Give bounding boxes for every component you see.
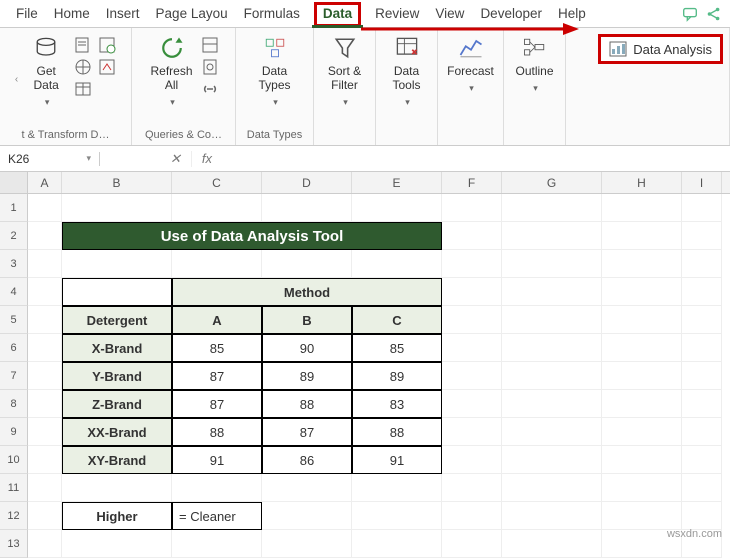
table-row[interactable]: XX-Brand	[62, 418, 172, 446]
tab-data[interactable]: Data	[308, 2, 367, 25]
edit-links-icon[interactable]	[201, 80, 219, 98]
ribbon: ‹ Get Data t & Transform D… Refresh All	[0, 28, 730, 146]
col-header[interactable]: F	[442, 172, 502, 193]
row-header[interactable]: 6	[0, 334, 28, 362]
row-header[interactable]: 1	[0, 194, 28, 222]
row-header[interactable]: 12	[0, 502, 28, 530]
worksheet-grid[interactable]: A B C D E F G H I 1 2 Use of Data Analys…	[0, 172, 730, 558]
refresh-all-button[interactable]: Refresh All	[148, 32, 194, 110]
col-header[interactable]: A	[28, 172, 62, 193]
row-header[interactable]: 9	[0, 418, 28, 446]
row-header[interactable]: 5	[0, 306, 28, 334]
from-table-icon[interactable]	[74, 80, 92, 98]
connections-icon[interactable]	[98, 58, 116, 76]
col-header[interactable]: H	[602, 172, 682, 193]
tab-view[interactable]: View	[427, 2, 472, 25]
tab-developer[interactable]: Developer	[472, 2, 550, 25]
group-label-queries: Queries & Co…	[138, 127, 229, 143]
tab-file[interactable]: File	[8, 2, 46, 25]
group-label-datatypes: Data Types	[242, 127, 307, 143]
col-header[interactable]: D	[262, 172, 352, 193]
table-row[interactable]: XY-Brand	[62, 446, 172, 474]
from-text-icon[interactable]	[74, 36, 92, 54]
queries-icon[interactable]	[201, 36, 219, 54]
formula-bar: K26▾ ✕ fx	[0, 146, 730, 172]
tab-review[interactable]: Review	[367, 2, 427, 25]
row-header[interactable]: 4	[0, 278, 28, 306]
legend-higher[interactable]: Higher	[62, 502, 172, 530]
legend-cleaner[interactable]: = Cleaner	[172, 502, 262, 530]
row-header[interactable]: 2	[0, 222, 28, 250]
tab-home[interactable]: Home	[46, 2, 98, 25]
tab-insert[interactable]: Insert	[98, 2, 148, 25]
group-label-transform: t & Transform D…	[6, 127, 125, 143]
col-header[interactable]: B	[62, 172, 172, 193]
comments-icon[interactable]	[680, 4, 700, 24]
fx-icon[interactable]: fx	[192, 151, 222, 166]
row-header[interactable]: 7	[0, 362, 28, 390]
table-row[interactable]: Z-Brand	[62, 390, 172, 418]
sheet-title[interactable]: Use of Data Analysis Tool	[62, 222, 442, 250]
col-header[interactable]: G	[502, 172, 602, 193]
sort-filter-button[interactable]: Sort & Filter	[323, 32, 367, 110]
col-header[interactable]: E	[352, 172, 442, 193]
outline-button[interactable]: Outline	[513, 32, 557, 96]
row-header[interactable]: 13	[0, 530, 28, 558]
table-row[interactable]: X-Brand	[62, 334, 172, 362]
tab-help[interactable]: Help	[550, 2, 594, 25]
from-web-icon[interactable]	[74, 58, 92, 76]
tab-formulas[interactable]: Formulas	[236, 2, 308, 25]
detergent-header[interactable]: Detergent	[62, 306, 172, 334]
cancel-icon[interactable]: ✕	[160, 151, 192, 167]
col-header[interactable]: I	[682, 172, 722, 193]
data-tools-button[interactable]: Data Tools	[385, 32, 429, 110]
properties-icon[interactable]	[201, 58, 219, 76]
share-icon[interactable]	[704, 4, 724, 24]
watermark: wsxdn.com	[667, 528, 722, 540]
tab-page-layout[interactable]: Page Layou	[148, 2, 236, 25]
name-box[interactable]: K26▾	[0, 152, 100, 166]
forecast-button[interactable]: Forecast	[445, 32, 496, 96]
data-analysis-icon	[609, 41, 627, 57]
data-types-button[interactable]: Data Types	[253, 32, 297, 110]
row-header[interactable]: 11	[0, 474, 28, 502]
ribbon-tabs: File Home Insert Page Layou Formulas Dat…	[0, 0, 730, 28]
recent-icon[interactable]	[98, 36, 116, 54]
row-header[interactable]: 10	[0, 446, 28, 474]
row-header[interactable]: 8	[0, 390, 28, 418]
method-header[interactable]: Method	[172, 278, 442, 306]
select-all[interactable]	[0, 172, 28, 193]
get-data-button[interactable]: Get Data	[24, 32, 68, 110]
col-header[interactable]: C	[172, 172, 262, 193]
row-header[interactable]: 3	[0, 250, 28, 278]
table-row[interactable]: Y-Brand	[62, 362, 172, 390]
data-analysis-button[interactable]: Data Analysis	[598, 34, 723, 64]
